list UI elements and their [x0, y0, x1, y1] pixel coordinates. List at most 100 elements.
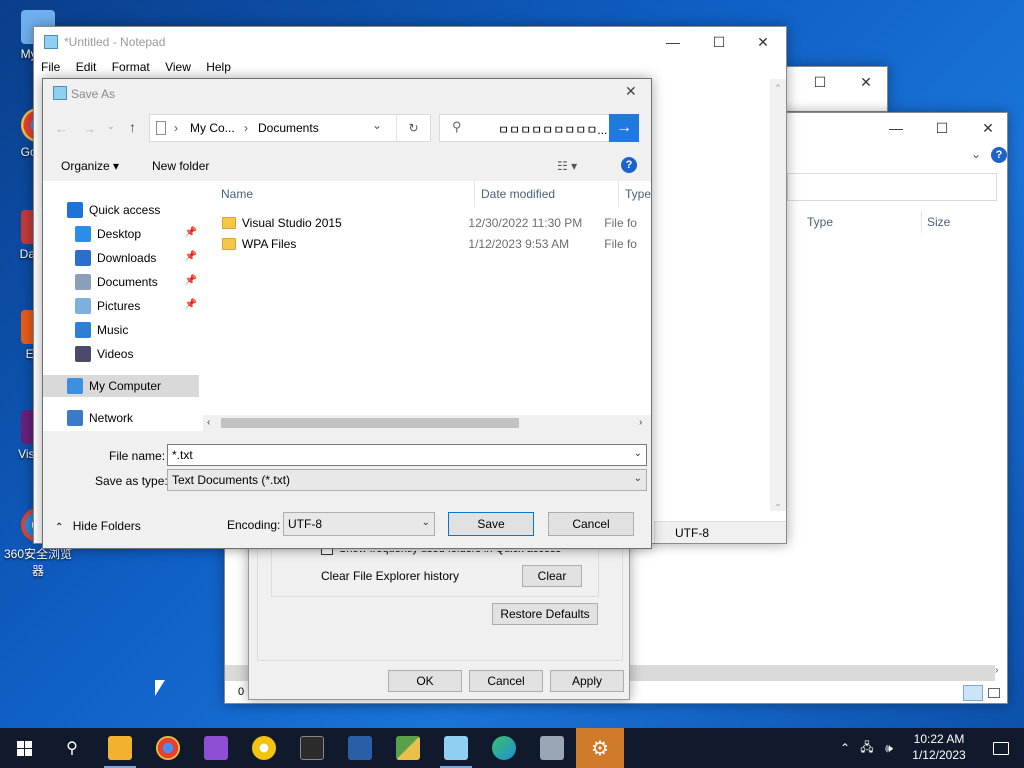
pin-icon[interactable]: 📌: [185, 275, 197, 286]
hide-folders-button[interactable]: ⌃ Hide Folders: [55, 519, 141, 533]
network-icon[interactable]: 🖧: [856, 738, 878, 759]
menu-file[interactable]: File: [41, 60, 60, 74]
volume-icon[interactable]: 🕪: [878, 741, 900, 756]
clock[interactable]: 10:22 AM 1/12/2023: [904, 731, 974, 763]
search-go-button[interactable]: →: [609, 114, 639, 142]
refresh-icon[interactable]: ↻: [396, 115, 430, 141]
maximize-button[interactable]: ☐: [696, 27, 742, 57]
taskbar-chrome[interactable]: [144, 728, 192, 768]
minimize-button[interactable]: —: [873, 113, 919, 143]
chevron-down-icon[interactable]: ⌄: [971, 147, 981, 161]
up-icon[interactable]: ↑: [129, 119, 136, 135]
column-size[interactable]: Size: [927, 215, 950, 229]
breadcrumb-documents[interactable]: Documents: [258, 121, 319, 135]
nav-label: Documents: [97, 275, 158, 289]
organize-button[interactable]: Organize ▾: [61, 159, 119, 173]
pin-icon[interactable]: 📌: [185, 227, 197, 238]
file-type: File fo: [604, 237, 637, 251]
chevron-down-icon[interactable]: ⌄: [372, 118, 382, 132]
horizontal-scrollbar[interactable]: ‹ ›: [203, 415, 651, 431]
cancel-button[interactable]: Cancel: [469, 670, 543, 692]
save-button[interactable]: Save: [448, 512, 534, 536]
minimize-button[interactable]: —: [650, 27, 696, 57]
chevron-up-icon[interactable]: ⌃: [834, 741, 856, 755]
help-icon[interactable]: ?: [621, 157, 637, 173]
menu-view[interactable]: View: [165, 60, 191, 74]
help-icon[interactable]: ?: [991, 147, 1007, 163]
pin-icon[interactable]: 📌: [185, 251, 197, 262]
address-bar[interactable]: › My Co... › Documents ⌄ ↻: [149, 114, 431, 142]
search-box[interactable]: [787, 173, 997, 201]
taskbar-terminal[interactable]: [288, 728, 336, 768]
column-date-modified[interactable]: Date modified: [475, 181, 619, 207]
file-row[interactable]: WPA Files 1/12/2023 9:53 AM File fo: [203, 234, 637, 254]
videos-icon: [75, 346, 91, 362]
chevron-down-icon[interactable]: ⌄: [634, 473, 642, 484]
file-row[interactable]: Visual Studio 2015 12/30/2022 11:30 PM F…: [203, 213, 637, 233]
vertical-scrollbar[interactable]: ⌃ ⌄: [770, 79, 786, 511]
chevron-down-icon[interactable]: ⌄: [422, 517, 430, 528]
search-input[interactable]: ㅁㅁㅁㅁㅁㅁㅁㅁㅁ...: [498, 121, 608, 138]
taskbar-visual-studio[interactable]: [192, 728, 240, 768]
taskbar-notepad[interactable]: [432, 728, 480, 768]
taskbar-powershell[interactable]: [336, 728, 384, 768]
scroll-right-icon[interactable]: ›: [639, 417, 642, 428]
scroll-left-icon[interactable]: ‹: [207, 417, 210, 428]
close-button[interactable]: ✕: [843, 67, 889, 97]
menu-help[interactable]: Help: [206, 60, 231, 74]
close-button[interactable]: ✕: [625, 83, 637, 100]
nav-downloads[interactable]: Downloads 📌: [43, 247, 201, 269]
details-view-icon[interactable]: [963, 685, 983, 701]
close-button[interactable]: ✕: [965, 113, 1011, 143]
chevron-down-icon[interactable]: ⌄: [634, 448, 642, 459]
taskbar-file-explorer[interactable]: [96, 728, 144, 768]
pin-icon[interactable]: 📌: [185, 299, 197, 310]
scroll-down-icon[interactable]: ⌄: [770, 498, 786, 509]
large-icons-view-icon[interactable]: [985, 685, 1003, 701]
nav-desktop[interactable]: Desktop 📌: [43, 223, 201, 245]
forward-icon[interactable]: →: [83, 121, 96, 136]
column-type[interactable]: Type: [619, 181, 651, 207]
close-button[interactable]: ✕: [740, 27, 786, 57]
nav-music[interactable]: Music: [43, 319, 201, 341]
nav-videos[interactable]: Videos: [43, 343, 201, 365]
save-type-select[interactable]: Text Documents (*.txt) ⌄: [167, 469, 647, 491]
search-button[interactable]: ⚲: [48, 728, 96, 768]
taskbar-paint[interactable]: [384, 728, 432, 768]
nav-quick-access[interactable]: Quick access: [43, 199, 201, 221]
nav-network[interactable]: Network: [43, 407, 201, 429]
taskbar-control-panel[interactable]: [528, 728, 576, 768]
taskbar-360-browser[interactable]: [240, 728, 288, 768]
maximize-button[interactable]: ☐: [919, 113, 965, 143]
nav-pictures[interactable]: Pictures 📌: [43, 295, 201, 317]
scrollbar-thumb[interactable]: [221, 418, 519, 428]
column-name[interactable]: Name: [215, 181, 475, 207]
nav-documents[interactable]: Documents 📌: [43, 271, 201, 293]
chevron-down-icon[interactable]: ⌄: [107, 121, 115, 132]
taskbar-settings[interactable]: ⚙: [576, 728, 624, 768]
taskbar-edge[interactable]: [480, 728, 528, 768]
encoding-select[interactable]: UTF-8 ⌄: [283, 512, 435, 536]
menu-format[interactable]: Format: [112, 60, 150, 74]
scroll-up-icon[interactable]: ⌃: [770, 79, 786, 94]
file-name-label: File name:: [109, 449, 166, 463]
ok-button[interactable]: OK: [388, 670, 462, 692]
cancel-button[interactable]: Cancel: [548, 512, 634, 536]
apply-button[interactable]: Apply: [550, 670, 624, 692]
file-name-input[interactable]: *.txt ⌄: [167, 444, 647, 466]
nav-my-computer[interactable]: My Computer: [43, 375, 199, 397]
maximize-button[interactable]: ☐: [797, 67, 843, 97]
menu-edit[interactable]: Edit: [76, 60, 97, 74]
folder-icon: [221, 238, 236, 250]
notepad-icon: [444, 736, 468, 760]
view-options-icon[interactable]: ☷ ▾: [557, 159, 577, 173]
action-center-button[interactable]: [978, 728, 1024, 768]
back-icon[interactable]: ←: [55, 121, 68, 136]
breadcrumb-my-computer[interactable]: My Co...: [190, 121, 235, 135]
start-button[interactable]: [0, 728, 48, 768]
new-folder-button[interactable]: New folder: [152, 159, 209, 173]
column-type[interactable]: Type: [807, 215, 833, 229]
search-box[interactable]: ⚲ ㅁㅁㅁㅁㅁㅁㅁㅁㅁ... ✕: [439, 114, 637, 142]
visual-studio-icon: [204, 736, 228, 760]
scroll-right-icon[interactable]: ›: [995, 665, 1009, 681]
